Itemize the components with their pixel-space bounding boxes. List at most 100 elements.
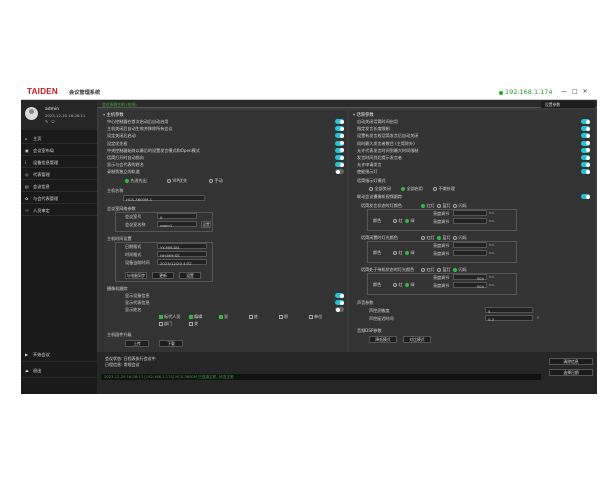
brightness-input[interactable]: 500 [453, 282, 487, 289]
sidebar-item[interactable]: ⌂ 主页 [21, 132, 97, 144]
device-status-tag: 会议系统主机 (在线) [102, 101, 137, 107]
brightness-input[interactable] [453, 210, 487, 216]
sidebar-item-label: 会议信息 [33, 183, 50, 189]
close-icon[interactable]: ✕ [583, 88, 593, 95]
host-name-input[interactable]: HCS-3600M-1 [123, 195, 205, 202]
link-label: 联动会议摄像机视频跟踪 [357, 194, 403, 199]
radio-label: 手动 [214, 178, 223, 183]
color-radio[interactable]: 绿 [405, 218, 415, 224]
net-field-input[interactable]: 0 [157, 213, 197, 220]
checkbox-label: 显 [224, 314, 229, 319]
sidebar-item[interactable]: ✿ 与会代表管理 [21, 192, 97, 204]
toggle-switch[interactable] [581, 126, 590, 132]
color-radio[interactable]: 红 [393, 282, 403, 288]
toggle-switch[interactable] [581, 119, 590, 124]
sidebar-start-meeting[interactable]: ▶ 开始会议 [21, 348, 97, 362]
voice-field-input[interactable]: 0.3 [485, 315, 533, 322]
color-label: 颜色 [373, 250, 382, 255]
toggle-switch[interactable] [335, 293, 344, 298]
taiden-logo: TAIDEN [27, 87, 58, 96]
select-date-button[interactable]: 选择日期 [549, 369, 593, 376]
mode-radio[interactable]: 先进先出 [125, 178, 147, 184]
mic-mode-radio[interactable]: 全部启用 [401, 186, 423, 192]
radio-icon [421, 268, 425, 272]
radio-label: 红 [398, 218, 403, 223]
mic-mode-radio[interactable]: 全部关闭 [369, 186, 391, 192]
color-label: 颜色 [373, 282, 382, 287]
field-checkbox[interactable]: 编辑 [189, 314, 202, 320]
mode-radio[interactable]: 手动 [209, 178, 223, 184]
mode-radio[interactable]: VIP优先 [167, 178, 187, 184]
user-actions[interactable]: ✎⏻ [45, 119, 58, 124]
net-set-button[interactable]: 设置 [201, 221, 211, 228]
toggle-switch[interactable] [335, 119, 344, 124]
field-checkbox[interactable]: 职 [279, 314, 288, 320]
dsp-mode-button[interactable]: 降低模式 [369, 336, 397, 343]
brightness-input[interactable] [453, 250, 487, 256]
toggle-switch[interactable] [335, 147, 344, 153]
camera-setting-label: 显示代表信息 [125, 300, 150, 305]
toggle-switch[interactable] [581, 162, 590, 168]
toggle-switch[interactable] [581, 133, 590, 139]
field-checkbox[interactable]: 姓 [249, 314, 258, 320]
time-field-input[interactable]: HH:MM:SS [157, 251, 207, 258]
toggle-switch[interactable] [335, 300, 344, 305]
color-radio[interactable]: 红 [393, 218, 403, 224]
color-radio[interactable]: 绿 [405, 282, 415, 288]
toggle-switch[interactable] [335, 140, 344, 146]
color-radio[interactable]: 绿 [405, 250, 415, 256]
toggle-switch[interactable] [581, 194, 590, 199]
time-action-button[interactable]: 更新 [152, 272, 174, 279]
sidebar-item[interactable]: ⅰ 设备信息管理 [21, 156, 97, 168]
color-radio[interactable]: 红 [393, 250, 403, 256]
checkbox-label: 部门 [164, 321, 173, 326]
toggle-switch[interactable] [581, 155, 590, 160]
sidebar-item[interactable]: ▤ 会议信息 [21, 180, 97, 192]
settings-dropdown[interactable]: 设置参数 [541, 100, 595, 108]
toggle-switch[interactable] [581, 140, 590, 146]
toggle-switch[interactable] [335, 162, 344, 168]
radio-icon [405, 251, 409, 255]
field-checkbox[interactable]: 标代人员 [159, 314, 180, 320]
clear-log-button[interactable]: 清除信息 [549, 358, 593, 365]
brightness-label: 亮度调节 [433, 283, 450, 288]
sidebar-item[interactable]: ▣ 会议室布局 [21, 144, 97, 156]
sidebar-item[interactable]: ◎ 代表管理 [21, 168, 97, 180]
mic-mode-radio[interactable]: 不做处理 [433, 186, 455, 192]
voice-field-input[interactable]: 5 [485, 307, 533, 314]
field-checkbox[interactable]: 单位 [309, 314, 322, 320]
upgrade-button[interactable]: 下载 [159, 340, 183, 347]
toggle-switch[interactable] [335, 307, 344, 312]
toggle-switch[interactable] [335, 155, 344, 160]
toggle-switch[interactable] [581, 169, 590, 175]
toggle-switch[interactable] [581, 147, 590, 153]
toggle-switch[interactable] [335, 169, 344, 175]
time-action-button[interactable]: 与电脑同步 [125, 272, 147, 279]
time-field-input[interactable]: YY-MM-DD [157, 243, 207, 250]
brightness-input[interactable]: 500 [453, 274, 487, 281]
camera-setting-label: 显示设备信息 [125, 293, 150, 298]
time-field-input[interactable]: 2023/12/20 4:52 [157, 259, 207, 266]
unit-label: ms [489, 219, 495, 223]
setting-label: 中心控制器在首次启动后自动启用 [107, 119, 169, 124]
brightness-input[interactable] [453, 218, 487, 224]
brightness-input[interactable] [453, 242, 487, 248]
maximize-icon[interactable]: □ [572, 88, 583, 95]
minimize-icon[interactable]: — [561, 88, 572, 95]
toggle-switch[interactable] [335, 126, 344, 132]
sidebar-exit[interactable]: ⏏ 退出 [21, 364, 97, 378]
field-checkbox[interactable]: 显 [219, 314, 228, 320]
net-field-input[interactable]: room1 [157, 221, 197, 228]
dsp-mode-button[interactable]: 对比模式 [403, 336, 431, 343]
radio-icon [167, 179, 171, 183]
field-checkbox[interactable]: 部门 [159, 321, 172, 327]
sidebar-item[interactable]: ⚇ 人员审定 [21, 204, 97, 216]
time-field-label: 时间格式 [125, 252, 142, 257]
time-action-button[interactable]: 设置 [179, 272, 201, 279]
logout-icon[interactable]: ⏻ [51, 119, 57, 124]
toggle-switch[interactable] [335, 133, 344, 139]
radio-icon [421, 204, 425, 208]
window-controls[interactable]: —□✕ [561, 88, 593, 95]
upgrade-button[interactable]: 上传 [125, 340, 149, 347]
field-checkbox[interactable]: 关 [189, 321, 198, 327]
